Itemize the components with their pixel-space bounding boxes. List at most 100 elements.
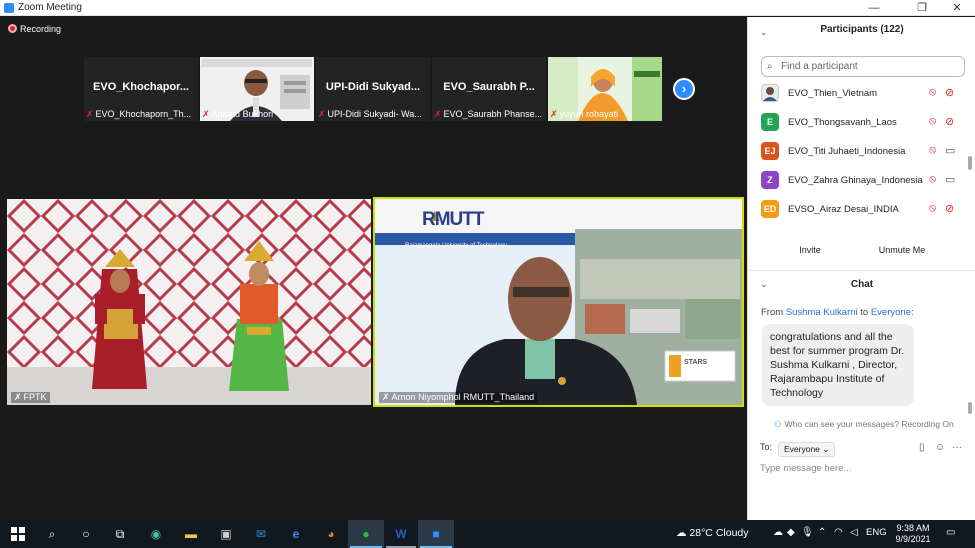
clock-date: 9/9/2021 (895, 534, 931, 544)
divider (748, 270, 975, 271)
zoom-app-icon (4, 3, 14, 13)
participant-row[interactable]: E EVO_Thongsavanh_Laos ⦸ ⊘ (748, 109, 970, 138)
zoom-icon[interactable]: ■ (426, 524, 446, 544)
invite-button[interactable]: Invite (794, 241, 826, 259)
language-indicator[interactable]: ENG (866, 527, 887, 538)
chat-title: Chat (850, 279, 874, 290)
clock[interactable]: 9:38 AM 9/9/2021 (888, 523, 938, 545)
search-icon: ⌕ (767, 61, 773, 72)
thumbnail-name: EVO_Saurabh P... (443, 81, 535, 93)
participant-search-input[interactable]: ⌕ Find a participant (761, 56, 965, 77)
camera-on-icon: ▭ (945, 145, 956, 157)
file-explorer-icon[interactable]: ▬ (181, 524, 201, 544)
word-icon[interactable]: W (391, 524, 411, 544)
next-page-button[interactable]: › (673, 78, 695, 100)
thumbnail-name: EVO_Khochapor... (93, 81, 189, 93)
participants-title: Participants (122) (820, 24, 904, 35)
line-icon[interactable]: ● (356, 524, 376, 544)
slide-brand: RMUTT (422, 209, 484, 230)
emoji-icon[interactable]: ☺ (935, 442, 945, 453)
recipient-select[interactable]: Everyone ⌄ (778, 442, 836, 457)
minimize-button[interactable]: — (858, 0, 890, 16)
mic-muted-icon: ⦸ (929, 115, 937, 127)
mic-muted-icon: ✗ (550, 109, 558, 119)
participant-thumbnail[interactable]: EVO_Saurabh P... ✗ EVO_Saurabh Phanse... (432, 57, 546, 121)
thumbnail-name: UPI-Didi Sukyad... (325, 81, 421, 93)
mic-muted-icon: ⦸ (929, 144, 937, 156)
mic-muted-icon: ✗ (202, 109, 210, 119)
tray-expand-icon[interactable]: ⌃ (818, 527, 826, 538)
recording-label: Recording (20, 24, 62, 34)
restore-button[interactable]: ❐ (906, 0, 938, 16)
thumbnail-label: ✗ EVO_Khochaporn_Th... (86, 109, 192, 119)
chat-message: congratulations and all the best for sum… (762, 324, 914, 406)
volume-icon[interactable]: ◁ (850, 527, 858, 538)
unmute-me-button[interactable]: Unmute Me (874, 241, 930, 259)
avatar (761, 84, 779, 102)
chat-message-input[interactable]: Type message here... (760, 463, 851, 474)
network-icon[interactable]: ☁ (773, 527, 783, 538)
camera-off-icon: ⊘ (945, 203, 955, 215)
participant-row[interactable]: EVO_Thien_Vietnam ⦸ ⊘ (748, 80, 970, 109)
internet-explorer-icon[interactable]: e (286, 524, 306, 544)
tile-label: ✗ FPTK (11, 392, 50, 403)
chat-visibility-note[interactable]: ⚇ Who can see your messages? Recording On (774, 419, 954, 430)
task-view-icon[interactable]: ⧉ (110, 524, 130, 544)
thumbnail-label: ✗ yuyun rohayati (550, 109, 619, 119)
recording-indicator[interactable]: Recording (8, 24, 61, 34)
store-icon[interactable]: ▣ (216, 524, 236, 544)
participant-thumbnail[interactable]: EVO_Khochapor... ✗ EVO_Khochaporn_Th... (84, 57, 198, 121)
recipient-name[interactable]: Everyone (871, 307, 911, 318)
microphone-icon[interactable]: 🎙 (801, 527, 814, 538)
mic-muted-icon: ⦸ (929, 86, 937, 98)
edge-icon[interactable]: ◉ (146, 524, 166, 544)
camera-off-icon: ⊘ (945, 87, 955, 99)
participant-row[interactable]: EJ EVO_Titi Juhaeti_Indonesia ⦸ ▭ (748, 138, 970, 167)
sender-name[interactable]: Sushma Kulkarni (786, 307, 858, 318)
file-icon[interactable]: ▯ (919, 442, 925, 453)
taskbar: ⌕ ○ ⧉ ◉ ▬ ▣ ✉ e ◕ ● W ■ ☁ 28°C Cloudy ☁ … (0, 520, 975, 548)
slide-subtitle: Rajamangala University of Technology (405, 243, 507, 249)
side-panel: ⌄ Participants (122) ⌕ Find a participan… (747, 17, 975, 520)
video-area: Recording EVO_Khochapor... ✗ EVO_Khochapo… (0, 17, 747, 520)
notification-icon[interactable]: ▭ (946, 527, 955, 538)
stars-badge: STARS (684, 359, 708, 366)
more-options-icon[interactable]: ··· (952, 442, 962, 453)
window-title: Zoom Meeting (18, 2, 82, 13)
weather-widget[interactable]: ☁ 28°C Cloudy (676, 527, 749, 539)
avatar: Z (761, 171, 779, 189)
cloud-sync-icon[interactable]: ◆ (787, 527, 795, 538)
participant-row[interactable]: Z EVO_Zahra Ghinaya_Indonesia ⦸ ▭ (748, 167, 970, 196)
avatar: ED (761, 200, 779, 218)
avatar: E (761, 113, 779, 131)
mic-muted-icon: ⦸ (929, 202, 937, 214)
mic-muted-icon: ✗ (434, 109, 442, 119)
mic-muted-icon: ✗ (86, 109, 94, 119)
participant-name: EVO_Thongsavanh_Laos (788, 117, 897, 128)
firefox-icon[interactable]: ◕ (321, 524, 341, 544)
participant-name: EVSO_Airaz Desai_INDIA (788, 204, 899, 215)
cloud-icon: ☁ (676, 527, 687, 539)
thumbnail-label: ✗ EVO_Saurabh Phanse... (434, 109, 543, 119)
participant-row[interactable]: ED EVSO_Airaz Desai_INDIA ⦸ ⊘ (748, 196, 970, 225)
people-icon: ⚇ (774, 419, 782, 429)
participants-scrollbar[interactable] (968, 156, 972, 170)
participant-name: EVO_Zahra Ghinaya_Indonesia (788, 175, 923, 186)
participant-thumbnail[interactable]: ✗ yuyun rohayati (548, 57, 662, 121)
chat-sender-line: From Sushma Kulkarni to Everyone: (761, 307, 914, 318)
video-tile-fptk[interactable]: ✗ FPTK (7, 199, 371, 405)
participant-thumbnail[interactable]: UPI-Didi Sukyad... ✗ UPI-Didi Sukyadi- Wa… (316, 57, 430, 121)
video-tile-arnon-active[interactable]: RMUTT Rajamangala University of Technolo… (373, 197, 744, 407)
wifi-icon[interactable]: ◠ (834, 527, 843, 538)
search-icon[interactable]: ⌕ (42, 524, 62, 544)
video-feed-dancers (7, 199, 371, 405)
thumbnail-label: ✗ Ahmad Bukhori (202, 109, 274, 119)
thumbnail-label: ✗ UPI-Didi Sukyadi- Wa... (318, 109, 422, 119)
mail-icon[interactable]: ✉ (251, 524, 271, 544)
chat-scrollbar[interactable] (968, 402, 972, 414)
mic-muted-icon: ✗ (318, 109, 326, 119)
participant-thumbnail[interactable]: ✗ Ahmad Bukhori (200, 57, 314, 121)
windows-start-icon[interactable] (8, 524, 28, 544)
close-button[interactable]: ✕ (941, 0, 973, 16)
cortana-icon[interactable]: ○ (76, 524, 96, 544)
